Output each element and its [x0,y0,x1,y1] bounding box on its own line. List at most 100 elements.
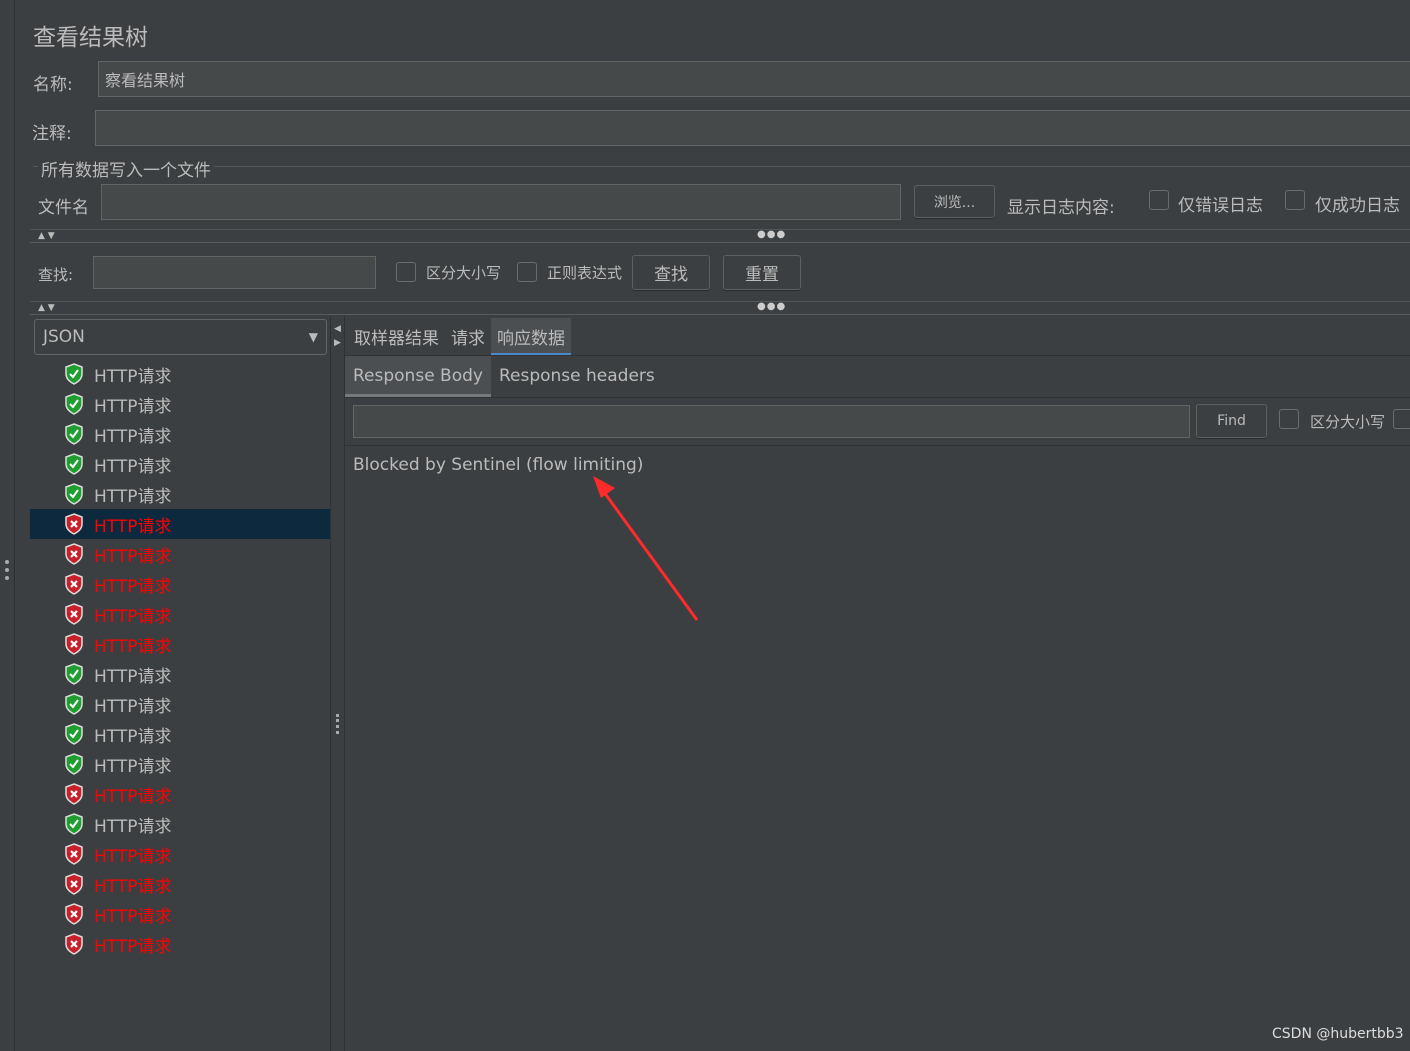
result-label: HTTP请求 [94,726,172,747]
splitter-handle[interactable]: ●●● [757,301,786,312]
result-row[interactable]: HTTP请求 [30,749,330,779]
search-label: 查找: [38,266,74,284]
subtab-0[interactable]: Response Body [345,356,491,397]
result-label: HTTP请求 [94,876,172,897]
result-label: HTTP请求 [94,936,172,957]
result-label: HTTP请求 [94,606,172,627]
divider [345,445,1410,446]
result-row[interactable]: HTTP请求 [30,539,330,569]
result-label: HTTP请求 [94,696,172,717]
browse-button[interactable]: 浏览... [914,185,995,218]
success-shield-icon [65,453,83,475]
response-regex-checkbox[interactable] [1393,409,1410,429]
success-shield-icon [65,363,83,385]
errors-only-checkbox[interactable] [1149,190,1169,210]
collapse-left-icon[interactable]: ◀ ▶ [334,322,341,350]
response-find-button[interactable]: Find [1196,404,1267,438]
result-row[interactable]: HTTP请求 [30,479,330,509]
result-row[interactable]: HTTP请求 [30,449,330,479]
error-shield-icon [65,603,83,625]
result-row[interactable]: HTTP请求 [30,779,330,809]
divider [30,229,1410,230]
divider [30,301,1410,302]
result-row[interactable]: HTTP请求 [30,839,330,869]
file-section-legend: 所有数据写入一个文件 [38,156,214,181]
errors-only-label: 仅错误日志 [1178,196,1263,216]
response-case-checkbox[interactable] [1279,409,1299,429]
panel-divider[interactable] [330,316,345,1051]
subtab-1[interactable]: Response headers [491,356,663,397]
success-shield-icon [65,393,83,415]
error-shield-icon [65,903,83,925]
result-tabs: 取样器结果 请求 响应数据 [348,318,571,356]
result-label: HTTP请求 [94,906,172,927]
watermark: CSDN @hubertbb3 [1272,1026,1404,1042]
split-arrows-icon[interactable]: ▲ ▼ [38,231,55,241]
result-row[interactable]: HTTP请求 [30,809,330,839]
result-label: HTTP请求 [94,516,172,537]
split-arrows-icon[interactable]: ▲ ▼ [38,303,55,313]
search-input[interactable] [93,256,376,289]
response-case-label: 区分大小写 [1310,413,1386,431]
name-label: 名称: [33,75,73,95]
success-only-checkbox[interactable] [1285,190,1305,210]
divider [30,242,1410,243]
resize-handle[interactable] [336,714,339,734]
result-label: HTTP请求 [94,816,172,837]
error-shield-icon [65,573,83,595]
result-label: HTTP请求 [94,756,172,777]
success-shield-icon [65,753,83,775]
result-label: HTTP请求 [94,666,172,687]
response-subtabs: Response Body Response headers [345,356,663,397]
result-row[interactable]: HTTP请求 [30,629,330,659]
error-shield-icon [65,843,83,865]
name-input[interactable]: 察看结果树 [98,61,1410,97]
result-row[interactable]: HTTP请求 [30,689,330,719]
result-row[interactable]: HTTP请求 [30,389,330,419]
result-row[interactable]: HTTP请求 [30,569,330,599]
case-sensitive-checkbox[interactable] [396,262,416,282]
regex-label: 正则表达式 [547,264,623,282]
comment-input[interactable] [95,110,1410,146]
left-edge-strip [0,0,15,1051]
error-shield-icon [65,873,83,895]
filename-input[interactable] [101,184,901,220]
result-row[interactable]: HTTP请求 [30,359,330,389]
file-section-border [33,166,1410,167]
result-label: HTTP请求 [94,396,172,417]
result-label: HTTP请求 [94,546,172,567]
result-label: HTTP请求 [94,576,172,597]
result-label: HTTP请求 [94,636,172,657]
renderer-select[interactable]: JSON ▼ [34,319,327,355]
tab-2[interactable]: 响应数据 [491,318,571,356]
result-row[interactable]: HTTP请求 [30,899,330,929]
result-row[interactable]: HTTP请求 [30,929,330,959]
success-shield-icon [65,423,83,445]
success-shield-icon [65,483,83,505]
divider [30,314,1410,315]
regex-checkbox[interactable] [517,262,537,282]
result-row[interactable]: HTTP请求 [30,599,330,629]
result-row[interactable]: HTTP请求 [30,509,330,539]
response-search-input[interactable] [353,405,1190,438]
find-button[interactable]: 查找 [632,255,710,290]
error-shield-icon [65,543,83,565]
result-label: HTTP请求 [94,786,172,807]
result-row[interactable]: HTTP请求 [30,869,330,899]
result-row[interactable]: HTTP请求 [30,419,330,449]
filename-label: 文件名 [38,198,89,218]
splitter-handle[interactable]: ●●● [757,229,786,240]
tab-1[interactable]: 请求 [445,318,491,356]
result-label: HTTP请求 [94,846,172,867]
error-shield-icon [65,513,83,535]
collapse-handle[interactable] [5,560,9,580]
tab-0[interactable]: 取样器结果 [348,318,445,356]
result-label: HTTP请求 [94,366,172,387]
reset-button[interactable]: 重置 [723,255,801,290]
success-shield-icon [65,693,83,715]
result-row[interactable]: HTTP请求 [30,719,330,749]
result-label: HTTP请求 [94,486,172,507]
result-row[interactable]: HTTP请求 [30,659,330,689]
renderer-selected: JSON [43,327,85,347]
success-shield-icon [65,723,83,745]
